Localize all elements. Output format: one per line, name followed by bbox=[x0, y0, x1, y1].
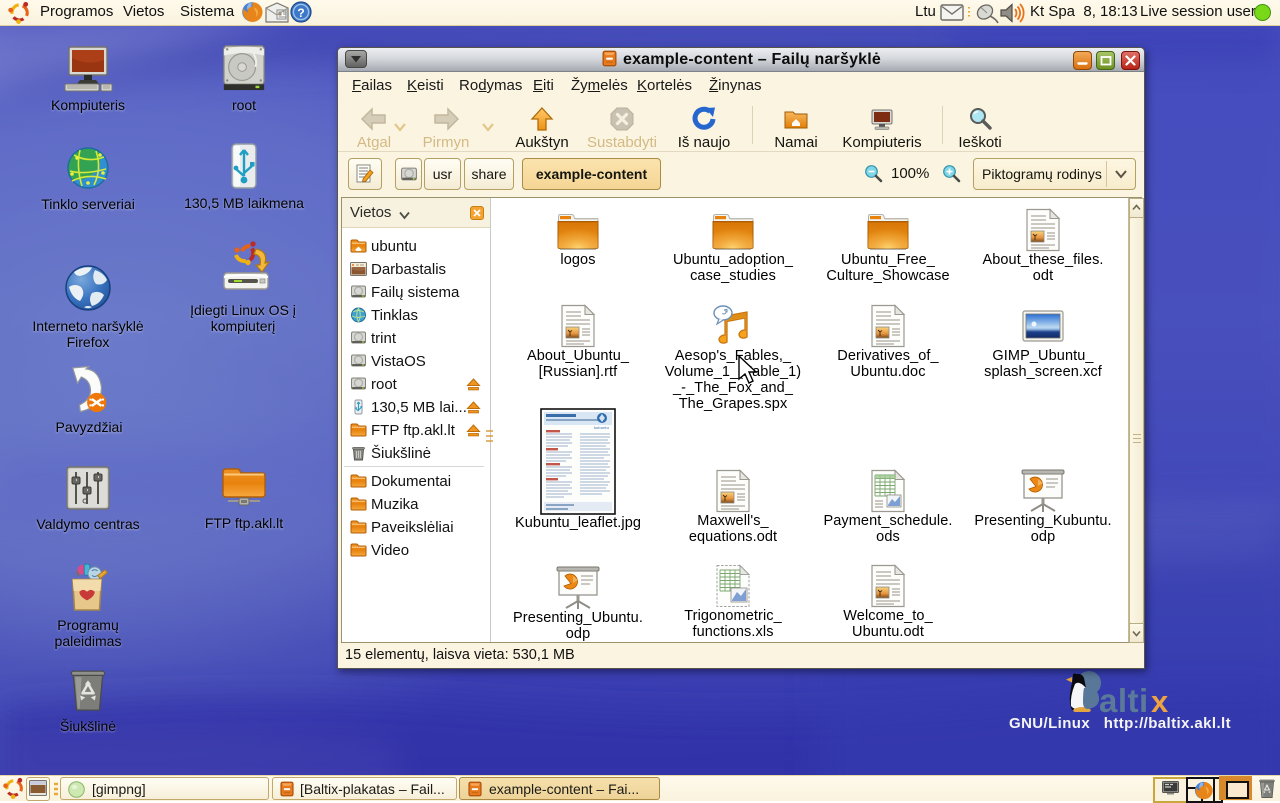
svg-text:GNU/Linux http://baltix.akl.: GNU/Linux http://baltix.akl.lt bbox=[1009, 715, 1231, 732]
svg-text:x: x bbox=[1151, 684, 1169, 719]
svg-text:alti: alti bbox=[1099, 682, 1149, 719]
